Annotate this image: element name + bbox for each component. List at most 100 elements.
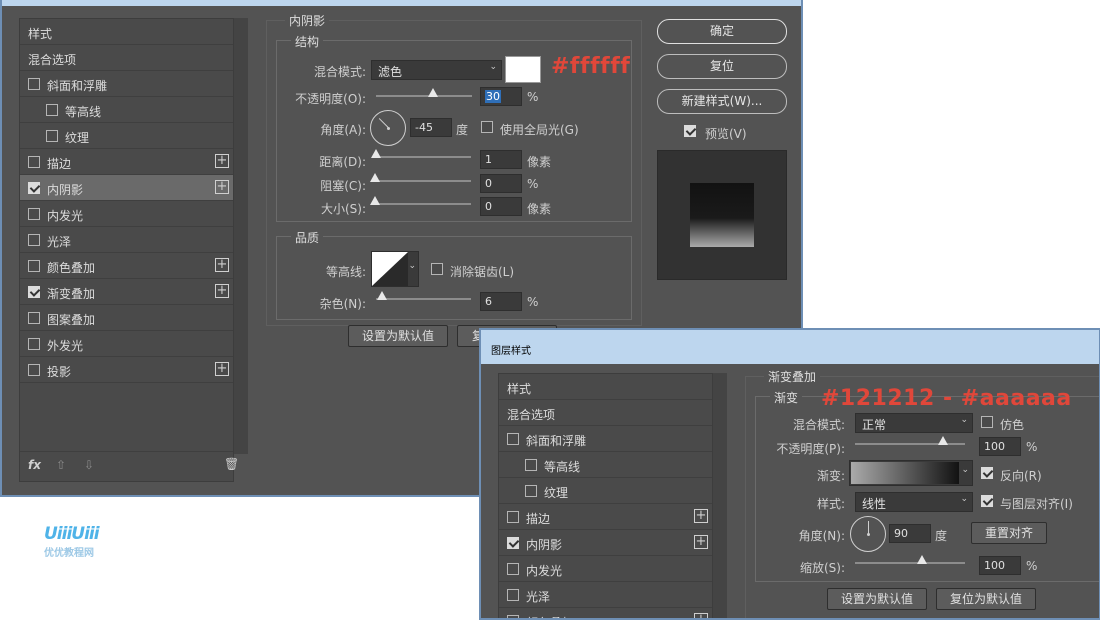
style-checkbox[interactable] bbox=[507, 537, 519, 549]
move-down-icon[interactable]: ⇩ bbox=[84, 458, 94, 472]
style-checkbox[interactable] bbox=[28, 364, 40, 376]
delete-effect-icon[interactable]: 🗑 bbox=[224, 457, 239, 471]
shadow-color-swatch[interactable] bbox=[505, 56, 541, 83]
style-list-item[interactable]: 颜色叠加+ bbox=[499, 608, 712, 618]
contour-picker[interactable]: ⌄ bbox=[371, 251, 419, 287]
style-checkbox[interactable] bbox=[28, 182, 40, 194]
style-checkbox[interactable] bbox=[28, 312, 40, 324]
style-checkbox[interactable] bbox=[46, 130, 58, 142]
style-checkbox[interactable] bbox=[28, 234, 40, 246]
size-slider-thumb[interactable] bbox=[370, 196, 380, 205]
angle-dial[interactable] bbox=[850, 516, 886, 552]
style-checkbox[interactable] bbox=[46, 104, 58, 116]
style-checkbox[interactable] bbox=[507, 511, 519, 523]
style-checkbox[interactable] bbox=[507, 563, 519, 575]
gradient-style-select[interactable]: 线性 ⌄ bbox=[855, 492, 973, 512]
style-list-item[interactable]: 颜色叠加+ bbox=[20, 253, 233, 279]
style-checkbox[interactable] bbox=[525, 459, 537, 471]
scale-input[interactable]: 100 bbox=[979, 556, 1021, 575]
add-effect-icon[interactable]: + bbox=[694, 509, 708, 523]
dither-checkbox[interactable] bbox=[981, 416, 993, 428]
angle-dial[interactable] bbox=[370, 110, 406, 146]
style-list-item[interactable]: 内发光 bbox=[20, 201, 233, 227]
styles-list-scrollbar[interactable] bbox=[234, 18, 248, 454]
ok-button[interactable]: 确定 bbox=[657, 19, 787, 44]
style-list-item[interactable]: 混合选项 bbox=[499, 400, 712, 426]
distance-input[interactable]: 1 bbox=[480, 150, 522, 169]
angle-input[interactable]: 90 bbox=[889, 524, 931, 543]
style-list-item[interactable]: 图案叠加 bbox=[20, 305, 233, 331]
move-up-icon[interactable]: ⇧ bbox=[56, 458, 66, 472]
choke-input[interactable]: 0 bbox=[480, 174, 522, 193]
style-list-item[interactable]: 混合选项 bbox=[20, 45, 233, 71]
noise-slider[interactable] bbox=[376, 291, 471, 300]
align-with-layer-checkbox[interactable] bbox=[981, 495, 993, 507]
add-effect-icon[interactable]: + bbox=[215, 284, 229, 298]
style-checkbox[interactable] bbox=[28, 260, 40, 272]
style-list-item[interactable]: 光泽 bbox=[20, 227, 233, 253]
size-input[interactable]: 0 bbox=[480, 197, 522, 216]
add-effect-icon[interactable]: + bbox=[215, 180, 229, 194]
opacity-slider[interactable] bbox=[855, 436, 965, 445]
global-light-checkbox[interactable] bbox=[481, 121, 493, 133]
distance-slider[interactable] bbox=[371, 149, 471, 158]
opacity-slider-thumb[interactable] bbox=[938, 436, 948, 445]
style-list-item[interactable]: 光泽 bbox=[499, 582, 712, 608]
reverse-checkbox[interactable] bbox=[981, 467, 993, 479]
angle-input[interactable]: -45 bbox=[410, 118, 452, 137]
blend-mode-select[interactable]: 滤色 ⌄ bbox=[371, 60, 502, 80]
style-checkbox[interactable] bbox=[28, 338, 40, 350]
noise-slider-thumb[interactable] bbox=[377, 291, 387, 300]
style-list-item[interactable]: 内阴影 + bbox=[499, 530, 712, 556]
add-effect-icon[interactable]: + bbox=[694, 535, 708, 549]
new-style-button[interactable]: 新建样式(W)... bbox=[657, 89, 787, 114]
style-checkbox[interactable] bbox=[507, 615, 519, 618]
style-checkbox[interactable] bbox=[28, 286, 40, 298]
opacity-slider[interactable] bbox=[376, 88, 472, 97]
scale-slider-thumb[interactable] bbox=[917, 555, 927, 564]
styles-list-scrollbar[interactable] bbox=[713, 373, 727, 618]
style-list-item[interactable]: 等高线 bbox=[20, 97, 233, 123]
style-list-item[interactable]: 斜面和浮雕 bbox=[20, 71, 233, 97]
scale-slider[interactable] bbox=[855, 555, 965, 564]
reset-to-default-button[interactable]: 复位为默认值 bbox=[936, 588, 1036, 610]
noise-input[interactable]: 6 bbox=[480, 292, 522, 311]
choke-slider-thumb[interactable] bbox=[370, 173, 380, 182]
choke-slider[interactable] bbox=[370, 173, 471, 182]
style-list-item[interactable]: 纹理 bbox=[499, 478, 712, 504]
opacity-input[interactable]: 30 bbox=[480, 87, 522, 106]
fx-icon[interactable]: fx bbox=[28, 458, 41, 472]
style-list-item[interactable]: 内发光 bbox=[499, 556, 712, 582]
anti-alias-checkbox[interactable] bbox=[431, 263, 443, 275]
size-slider[interactable] bbox=[370, 196, 471, 205]
style-list-item[interactable]: 描边 + bbox=[499, 504, 712, 530]
opacity-input[interactable]: 100 bbox=[979, 437, 1021, 456]
style-checkbox[interactable] bbox=[28, 78, 40, 90]
add-effect-icon[interactable]: + bbox=[215, 258, 229, 272]
opacity-slider-thumb[interactable] bbox=[427, 88, 438, 97]
add-effect-icon[interactable]: + bbox=[215, 154, 229, 168]
style-checkbox[interactable] bbox=[28, 156, 40, 168]
style-list-item[interactable]: 渐变叠加 + bbox=[20, 279, 233, 305]
style-checkbox[interactable] bbox=[507, 433, 519, 445]
add-effect-icon[interactable]: + bbox=[215, 362, 229, 376]
style-list-item[interactable]: 外发光 bbox=[20, 331, 233, 357]
blend-mode-select[interactable]: 正常 ⌄ bbox=[855, 413, 973, 433]
reset-alignment-button[interactable]: 重置对齐 bbox=[971, 522, 1047, 544]
style-checkbox[interactable] bbox=[525, 485, 537, 497]
style-list-item[interactable]: 描边 + bbox=[20, 149, 233, 175]
gradient-overlay-title: 渐变叠加 bbox=[764, 368, 821, 385]
style-list-item[interactable]: 斜面和浮雕 bbox=[499, 426, 712, 452]
distance-slider-thumb[interactable] bbox=[371, 149, 381, 158]
reset-button[interactable]: 复位 bbox=[657, 54, 787, 79]
style-list-item[interactable]: 等高线 bbox=[499, 452, 712, 478]
gradient-picker[interactable]: ⌄ bbox=[849, 460, 973, 486]
style-checkbox[interactable] bbox=[28, 208, 40, 220]
make-default-button[interactable]: 设置为默认值 bbox=[827, 588, 927, 610]
style-list-item[interactable]: 投影 + bbox=[20, 357, 233, 383]
preview-checkbox[interactable] bbox=[684, 125, 696, 137]
style-checkbox[interactable] bbox=[507, 589, 519, 601]
make-default-button[interactable]: 设置为默认值 bbox=[348, 325, 448, 347]
style-list-item[interactable]: 纹理 bbox=[20, 123, 233, 149]
style-list-item[interactable]: 内阴影 + bbox=[20, 175, 233, 201]
